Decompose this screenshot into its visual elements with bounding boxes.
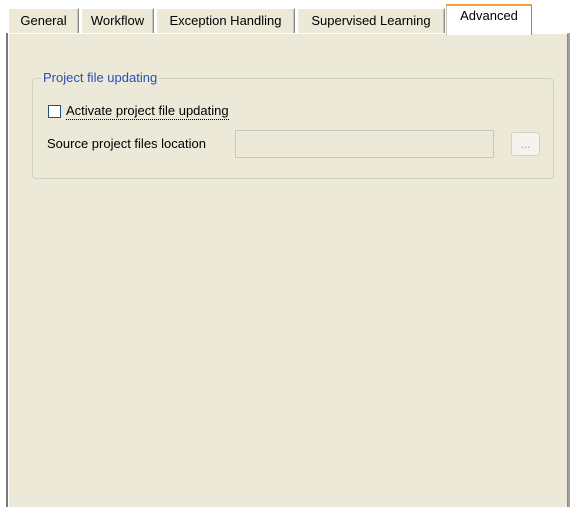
activate-project-file-updating-label[interactable]: Activate project file updating bbox=[66, 103, 229, 120]
tab-workflow[interactable]: Workflow bbox=[81, 8, 154, 33]
browse-button[interactable]: ... bbox=[511, 132, 540, 156]
panel-right-edge bbox=[568, 33, 570, 507]
tab-supervised-learning[interactable]: Supervised Learning bbox=[297, 8, 445, 33]
tab-advanced-label: Advanced bbox=[460, 8, 518, 23]
project-file-updating-group: Project file updating Activate project f… bbox=[32, 70, 554, 179]
tab-advanced[interactable]: Advanced bbox=[446, 4, 532, 35]
tab-general[interactable]: General bbox=[8, 8, 79, 33]
tab-workflow-label: Workflow bbox=[90, 13, 145, 28]
settings-dialog: General Workflow Exception Handling Supe… bbox=[0, 0, 571, 507]
source-location-input[interactable] bbox=[235, 130, 494, 158]
tab-exception-handling[interactable]: Exception Handling bbox=[156, 8, 295, 33]
source-location-label: Source project files location bbox=[47, 136, 206, 151]
activate-project-file-updating-checkbox[interactable] bbox=[48, 105, 61, 118]
advanced-tab-panel: Project file updating Activate project f… bbox=[8, 33, 568, 507]
tab-supervised-learning-label: Supervised Learning bbox=[311, 13, 431, 28]
group-title: Project file updating bbox=[41, 70, 160, 86]
tab-general-label: General bbox=[20, 13, 67, 28]
tab-exception-handling-label: Exception Handling bbox=[169, 13, 282, 28]
